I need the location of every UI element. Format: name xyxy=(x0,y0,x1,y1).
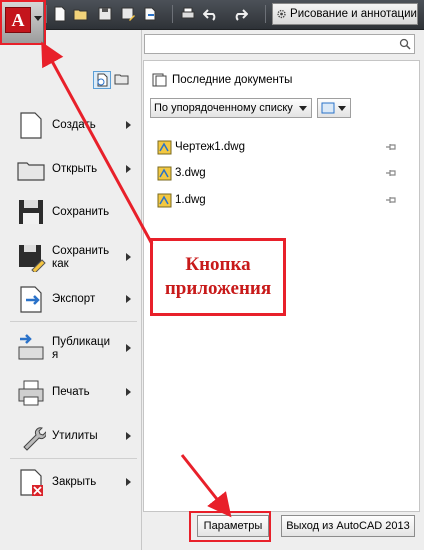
new-document-icon xyxy=(20,112,42,139)
menu-item-label: Утилиты xyxy=(52,430,98,442)
menu-item-3[interactable]: Сохранить xyxy=(0,191,142,235)
chevron-right-icon xyxy=(126,165,131,173)
chevron-right-icon xyxy=(126,344,131,352)
chevron-down-icon xyxy=(338,106,346,111)
export-icon xyxy=(20,286,42,313)
menu-item-6[interactable]: Публикаци я xyxy=(0,327,142,371)
menu-item-label: Сохранить как xyxy=(52,245,110,270)
application-button-highlight-frame xyxy=(0,0,46,45)
dwg-file-icon xyxy=(157,193,172,207)
recent-file-name: 1.dwg xyxy=(175,194,206,206)
open-icon[interactable] xyxy=(73,6,89,22)
chevron-right-icon xyxy=(126,295,131,303)
save-as-icon xyxy=(19,245,46,272)
gear-icon xyxy=(277,9,286,19)
menu-item-1[interactable]: Создать xyxy=(0,104,142,148)
recent-file-row[interactable]: 3.dwg xyxy=(157,164,397,182)
chevron-right-icon xyxy=(126,253,131,261)
wrench-icon xyxy=(23,427,46,451)
plot-icon[interactable] xyxy=(180,6,196,22)
toolbar-separator xyxy=(172,5,173,23)
dwg-file-icon xyxy=(157,166,172,180)
pin-icon[interactable] xyxy=(385,195,397,205)
redo-icon[interactable] xyxy=(232,6,248,22)
pin-icon[interactable] xyxy=(385,168,397,178)
menu-item-label: Сохранить xyxy=(52,206,110,218)
toolbar-separator xyxy=(46,5,47,23)
icon-view-icon xyxy=(321,102,335,114)
menu-divider xyxy=(10,321,137,322)
menu-item-label: Публикаци я xyxy=(52,336,111,361)
toolbar-separator xyxy=(265,5,266,23)
publish-icon xyxy=(18,334,44,360)
annotation-text: Кнопка приложения xyxy=(164,254,272,299)
printer-icon xyxy=(18,380,44,406)
close-document-icon xyxy=(20,469,43,496)
menu-item-7[interactable]: Печать xyxy=(0,371,142,415)
recent-file-name: Чертеж1.dwg xyxy=(175,141,245,153)
open-folder-icon xyxy=(114,74,129,85)
workspace-label: Рисование и аннотации xyxy=(290,8,417,20)
chevron-right-icon xyxy=(126,478,131,486)
menu-item-label: Экспорт xyxy=(52,293,96,305)
recent-documents-view-button[interactable] xyxy=(93,71,111,89)
recent-file-row[interactable]: Чертеж1.dwg xyxy=(157,138,397,156)
menu-item-label: Открыть xyxy=(52,163,98,175)
search-input[interactable] xyxy=(144,34,415,54)
menu-item-2[interactable]: Открыть xyxy=(0,148,142,192)
menu-item-label: Закрыть xyxy=(52,476,97,488)
exit-button-label: Выход из AutoCAD 2013 xyxy=(286,520,410,532)
menu-item-label: Печать xyxy=(52,386,90,398)
floppy-disk-icon xyxy=(19,200,43,224)
recent-documents-title: Последние документы xyxy=(172,74,293,86)
recent-documents-icon xyxy=(97,73,108,87)
open-folder-icon xyxy=(17,162,45,181)
save-as-icon[interactable] xyxy=(120,6,136,22)
recent-file-row[interactable]: 1.dwg xyxy=(157,191,397,209)
options-highlight-frame xyxy=(189,511,271,542)
new-icon[interactable] xyxy=(52,6,68,22)
dwg-file-icon xyxy=(157,140,172,154)
menu-item-8[interactable]: Утилиты xyxy=(0,415,142,459)
publish-icon[interactable] xyxy=(142,6,158,22)
open-documents-view-button[interactable] xyxy=(114,71,132,89)
quick-access-toolbar: Рисование и аннотации xyxy=(0,0,424,30)
menu-item-5[interactable]: Экспорт xyxy=(0,278,142,322)
sort-order-dropdown[interactable]: По упорядоченному списку xyxy=(150,98,312,118)
menu-divider xyxy=(10,458,137,459)
chevron-right-icon xyxy=(126,121,131,129)
exit-autocad-button[interactable]: Выход из AutoCAD 2013 xyxy=(281,515,415,537)
recent-documents-header: Последние документы xyxy=(152,73,292,87)
annotation-callout: Кнопка приложения xyxy=(150,238,286,316)
menu-item-4[interactable]: Сохранить как xyxy=(0,236,142,280)
undo-icon[interactable] xyxy=(203,6,219,22)
search-icon xyxy=(399,38,411,50)
pin-icon[interactable] xyxy=(385,142,397,152)
workspace-switcher[interactable]: Рисование и аннотации xyxy=(272,3,418,25)
menu-item-label: Создать xyxy=(52,119,96,131)
save-icon[interactable] xyxy=(97,6,113,22)
display-mode-dropdown[interactable] xyxy=(317,98,351,118)
chevron-right-icon xyxy=(126,388,131,396)
chevron-right-icon xyxy=(126,432,131,440)
chevron-down-icon xyxy=(299,106,307,111)
menu-item-9[interactable]: Закрыть xyxy=(0,461,142,505)
recent-file-name: 3.dwg xyxy=(175,167,206,179)
recent-documents-icon xyxy=(152,73,167,87)
sort-order-value: По упорядоченному списку xyxy=(154,102,293,114)
